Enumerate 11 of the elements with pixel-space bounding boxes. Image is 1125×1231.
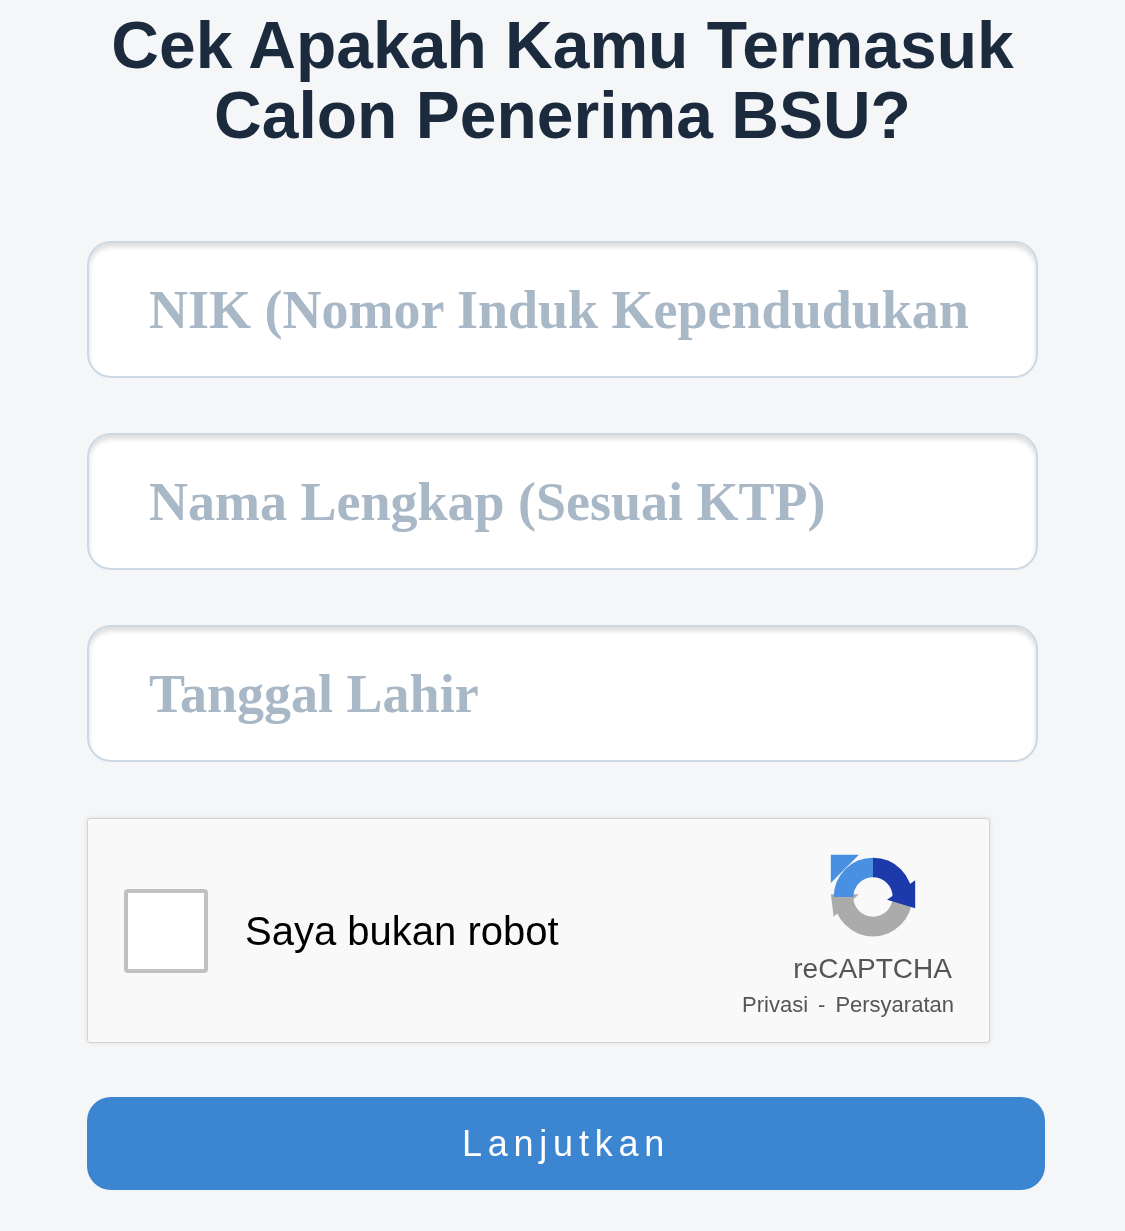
input-field[interactable]: NIK (Nomor Induk Kependudukan: [87, 241, 1038, 378]
checkbox[interactable]: [124, 888, 208, 973]
checkbox-label: Saya bukan robot: [245, 907, 559, 955]
brand-label: reCAPTCHA: [793, 952, 952, 986]
input-field[interactable]: Nama Lengkap (Sesuai KTP): [87, 433, 1038, 570]
input-field[interactable]: Tanggal Lahir: [87, 625, 1038, 762]
privacy-link[interactable]: Privasi: [742, 990, 809, 1020]
terms-link[interactable]: Persyaratan: [835, 990, 954, 1020]
submit-button[interactable]: Lanjutkan: [87, 1097, 1045, 1190]
link-separator: -: [818, 991, 826, 1019]
page-heading: Cek Apakah Kamu Termasuk Calon Penerima BSU?: [110, 10, 1015, 150]
